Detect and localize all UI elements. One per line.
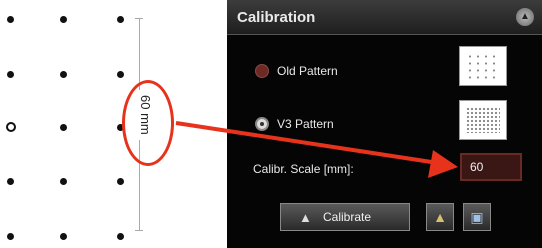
dot xyxy=(7,178,14,185)
calibration-panel: Calibration ▲ Old Pattern V3 Pattern Cal… xyxy=(227,0,542,248)
old-pattern-preview xyxy=(459,46,507,86)
v3-pattern-preview xyxy=(459,100,507,140)
scale-label: Calibr. Scale [mm]: xyxy=(253,162,354,176)
dot xyxy=(7,16,14,23)
dot xyxy=(117,233,124,240)
dot xyxy=(117,16,124,23)
save-icon[interactable]: ▣ xyxy=(463,203,491,231)
panel-title: Calibration xyxy=(237,9,316,26)
dot xyxy=(117,71,124,78)
measurement-tick-bottom xyxy=(135,230,143,231)
scale-input[interactable]: 60 xyxy=(460,153,522,181)
highlight-ellipse xyxy=(122,80,174,166)
dot xyxy=(60,233,67,240)
collapse-icon[interactable]: ▲ xyxy=(516,8,534,26)
v3-pattern-radio[interactable] xyxy=(255,117,269,131)
dot xyxy=(60,71,67,78)
dot xyxy=(60,124,67,131)
calibrate-button-label: Calibrate xyxy=(323,210,372,224)
old-pattern-label: Old Pattern xyxy=(277,64,338,78)
dot xyxy=(7,233,14,240)
dot xyxy=(60,16,67,23)
old-pattern-radio[interactable] xyxy=(255,64,269,78)
panel-header: Calibration ▲ xyxy=(227,0,542,35)
dot xyxy=(7,71,14,78)
calibrate-icon: ▲ xyxy=(299,210,312,225)
export-icon[interactable]: ▲ xyxy=(426,203,454,231)
measurement-tick-top xyxy=(135,18,143,19)
v3-pattern-label: V3 Pattern xyxy=(277,117,334,131)
calibrate-button[interactable]: ▲ Calibrate xyxy=(280,203,410,231)
dot xyxy=(60,178,67,185)
dot xyxy=(117,178,124,185)
origin-dot xyxy=(6,122,16,132)
